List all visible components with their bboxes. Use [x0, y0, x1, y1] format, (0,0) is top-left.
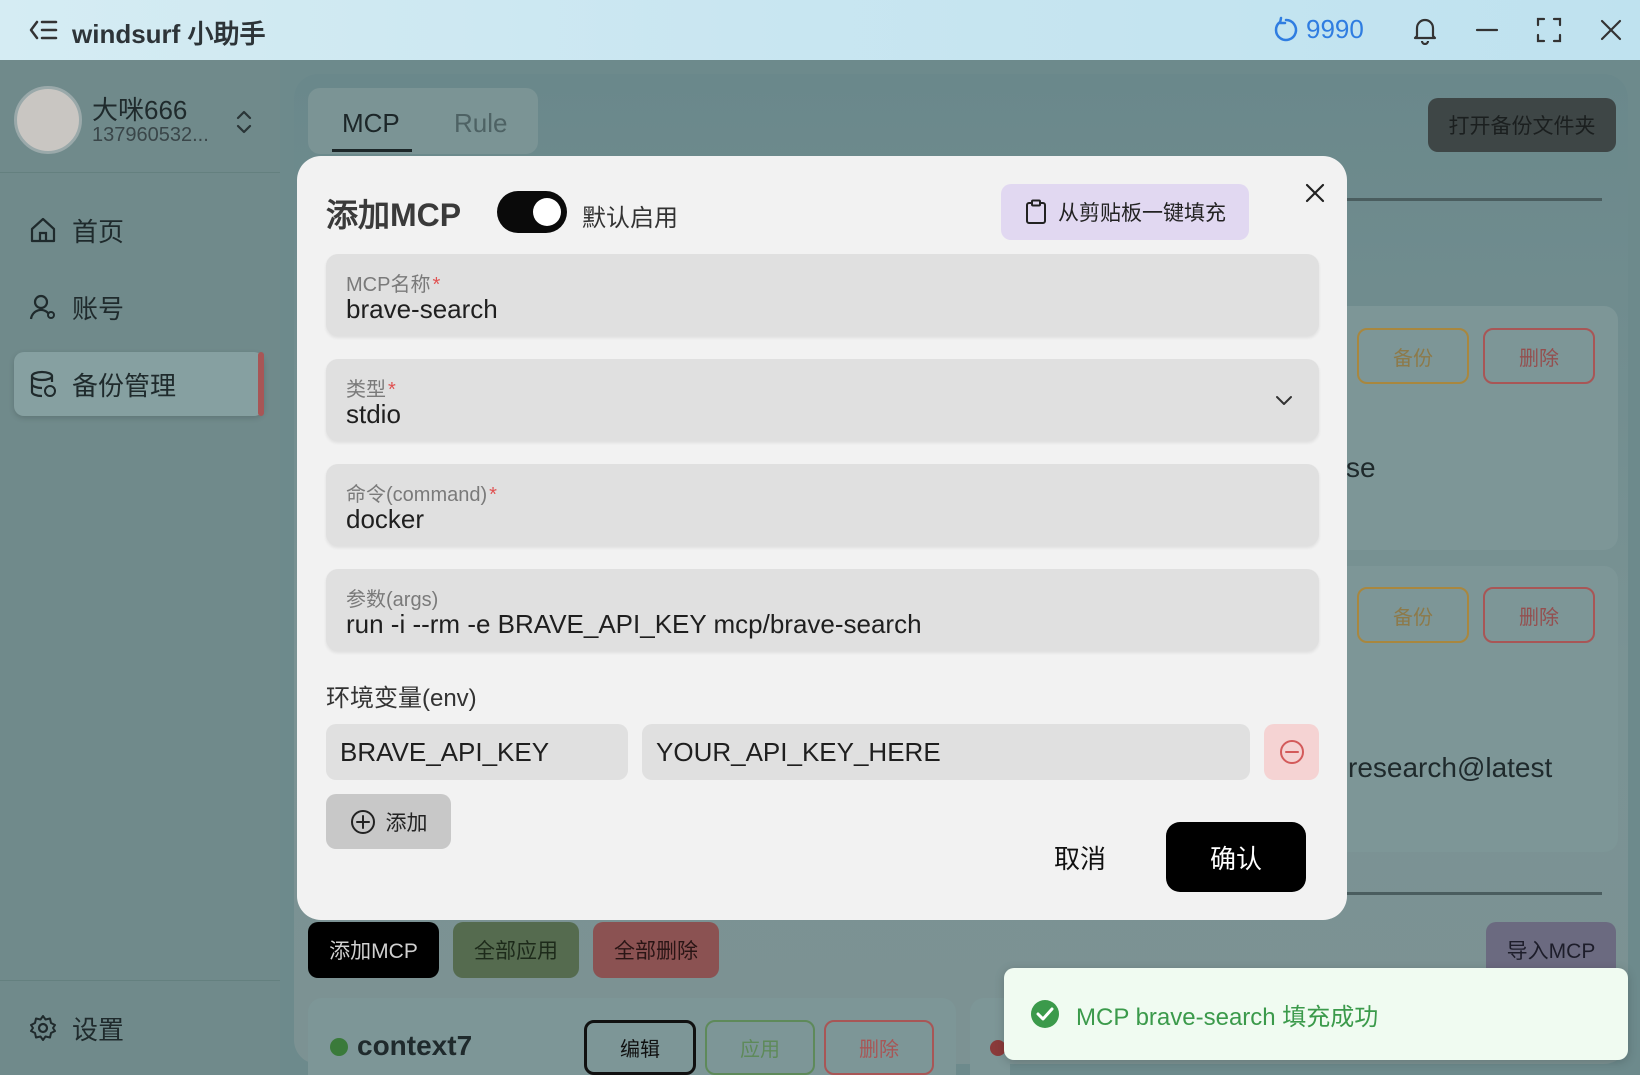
- mcp-name-field[interactable]: MCP名称 * brave-search: [326, 254, 1319, 336]
- field-label: MCP名称 *: [346, 274, 441, 296]
- panel-divider: [1340, 198, 1602, 201]
- remove-env-button[interactable]: [1264, 724, 1319, 780]
- add-env-label: 添加: [385, 811, 428, 835]
- env-key-input[interactable]: BRAVE_API_KEY: [326, 724, 628, 780]
- app-title: windsurf 小助手: [72, 19, 266, 49]
- delete-button[interactable]: 删除: [824, 1020, 934, 1075]
- apply-all-button[interactable]: 全部应用: [453, 922, 579, 978]
- env-value-input[interactable]: YOUR_API_KEY_HERE: [642, 724, 1250, 780]
- bell-icon[interactable]: [1410, 15, 1440, 45]
- sidebar-item-backup[interactable]: 备份管理: [14, 352, 264, 416]
- sidebar-item-label: 备份管理: [72, 370, 177, 401]
- tab-mcp[interactable]: MCP: [342, 108, 400, 139]
- user-icon: [29, 294, 55, 320]
- tab-active-underline: [332, 149, 412, 152]
- clipboard-icon: [1026, 199, 1046, 224]
- mcp-name-value: brave-search: [346, 294, 498, 324]
- credits-counter: 9990: [1272, 14, 1364, 45]
- sidebar-divider: [0, 172, 280, 173]
- panel-divider: [1340, 892, 1602, 895]
- user-name: 大咪666: [92, 95, 188, 125]
- args-field[interactable]: 参数(args) run -i --rm -e BRAVE_API_KEY mc…: [326, 569, 1319, 651]
- tab-rule[interactable]: Rule: [454, 108, 507, 139]
- sidebar-item-account[interactable]: 账号: [14, 275, 264, 339]
- account-switch-icon[interactable]: [232, 108, 256, 136]
- field-label: 类型 *: [346, 379, 396, 401]
- paste-button-label: 从剪贴板一键填充: [1058, 202, 1226, 225]
- mcp-item-name: context7: [357, 1030, 473, 1061]
- paste-from-clipboard-button[interactable]: 从剪贴板一键填充: [1001, 184, 1249, 240]
- field-label: 参数(args): [346, 589, 439, 611]
- backup-button[interactable]: 备份: [1357, 587, 1469, 643]
- cancel-button[interactable]: 取消: [1040, 822, 1120, 892]
- delete-all-button[interactable]: 全部删除: [593, 922, 719, 978]
- sidebar-item-settings[interactable]: 设置: [14, 996, 264, 1060]
- sidebar-item-label: 账号: [72, 293, 125, 324]
- field-label: 命令(command) *: [346, 484, 497, 506]
- sidebar-item-label: 设置: [72, 1014, 125, 1045]
- default-enabled-label: 默认启用: [582, 205, 678, 232]
- command-field[interactable]: 命令(command) * docker: [326, 464, 1319, 546]
- gear-icon: [30, 1015, 56, 1041]
- add-mcp-button[interactable]: 添加MCP: [308, 922, 439, 978]
- edit-button[interactable]: 编辑: [584, 1020, 696, 1075]
- card-text: se: [1346, 452, 1376, 483]
- toast-message: MCP brave-search 填充成功: [1076, 1003, 1379, 1031]
- fullscreen-icon[interactable]: [1534, 15, 1564, 45]
- open-backup-folder-button[interactable]: 打开备份文件夹: [1428, 98, 1616, 152]
- type-value: stdio: [346, 399, 401, 429]
- backup-button[interactable]: 备份: [1357, 328, 1469, 384]
- success-toast: MCP brave-search 填充成功: [1004, 968, 1628, 1060]
- args-value: run -i --rm -e BRAVE_API_KEY mcp/brave-s…: [346, 609, 922, 639]
- refresh-credits-icon: [1274, 16, 1298, 41]
- user-id: 137960532...: [92, 124, 209, 146]
- sidebar-item-label: 首页: [72, 216, 125, 247]
- sidebar-item-home[interactable]: 首页: [14, 198, 264, 262]
- apply-button[interactable]: 应用: [705, 1020, 815, 1075]
- close-window-icon[interactable]: [1596, 15, 1626, 45]
- default-enabled-toggle[interactable]: [497, 191, 567, 233]
- active-indicator: [258, 352, 264, 416]
- minimize-icon[interactable]: [1472, 15, 1502, 45]
- add-env-button[interactable]: 添加: [326, 794, 451, 849]
- status-dot: [330, 1038, 348, 1056]
- sidebar-divider: [0, 980, 280, 981]
- card-text: research@latest: [1348, 752, 1553, 783]
- command-value: docker: [346, 504, 425, 534]
- type-select[interactable]: 类型 * stdio: [326, 359, 1319, 441]
- close-dialog-icon[interactable]: [1300, 178, 1330, 208]
- menu-collapse-icon[interactable]: [28, 16, 58, 44]
- delete-button[interactable]: 删除: [1483, 587, 1595, 643]
- plus-circle-icon: [350, 809, 375, 834]
- database-icon: [30, 370, 56, 398]
- minus-circle-icon: [1279, 740, 1304, 764]
- home-icon: [30, 217, 56, 243]
- env-section-label: 环境变量(env): [326, 685, 477, 712]
- check-circle-icon: [1031, 1000, 1059, 1028]
- chevron-down-icon: [1276, 396, 1292, 405]
- avatar[interactable]: [14, 86, 82, 154]
- title-bar: windsurf 小助手 9990: [0, 0, 1640, 60]
- credits-value: 9990: [1306, 14, 1364, 44]
- delete-button[interactable]: 删除: [1483, 328, 1595, 384]
- confirm-button[interactable]: 确认: [1166, 822, 1306, 892]
- dialog-title: 添加MCP: [326, 197, 462, 233]
